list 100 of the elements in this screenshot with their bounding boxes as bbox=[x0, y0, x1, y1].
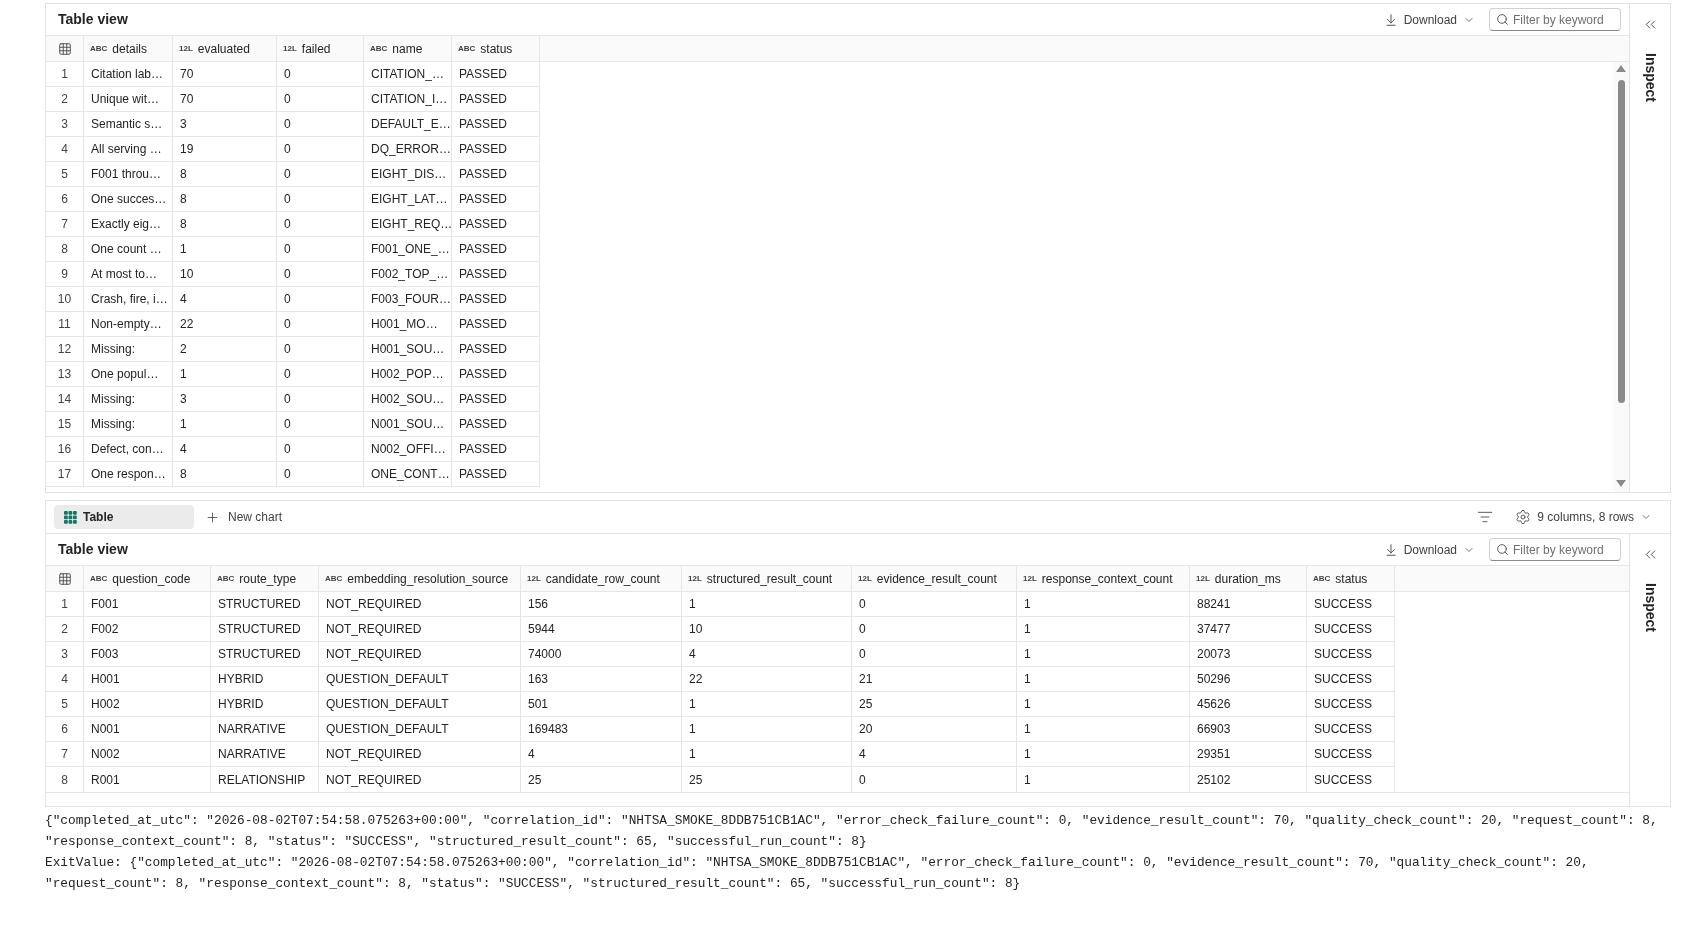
table-cell: 21 bbox=[852, 667, 1017, 692]
filter-icon[interactable] bbox=[1477, 509, 1494, 525]
table-cell: 74000 bbox=[521, 642, 682, 667]
table-cell: 25 bbox=[682, 767, 852, 792]
filter-field[interactable]: Filter by keyword bbox=[1489, 538, 1621, 561]
table-cell: 0 bbox=[277, 112, 364, 137]
table-cell: F003 bbox=[84, 642, 211, 667]
table-cell: H001_MO… bbox=[364, 312, 452, 337]
column-header[interactable]: ABC details bbox=[84, 36, 173, 61]
table-cell: 25 bbox=[521, 767, 682, 792]
table-cell: Semantic s… bbox=[84, 112, 173, 137]
data-type-label: 12L bbox=[1196, 574, 1210, 583]
table-cell: 1 bbox=[1017, 667, 1190, 692]
data-type-label: 12L bbox=[527, 574, 541, 583]
table-cell: PASSED bbox=[452, 237, 540, 262]
download-button[interactable]: Download bbox=[1381, 8, 1477, 31]
table-cell: PASSED bbox=[452, 437, 540, 462]
table-cell: QUESTION_DEFAULT bbox=[319, 667, 521, 692]
table-cell: PASSED bbox=[452, 262, 540, 287]
filter-field[interactable]: Filter by keyword bbox=[1489, 8, 1621, 31]
column-header[interactable]: ABC embedding_resolution_source bbox=[319, 566, 521, 591]
table-cell: Missing: bbox=[84, 412, 173, 437]
table-cell: Unique wit… bbox=[84, 87, 173, 112]
view-tab[interactable]: Table bbox=[54, 505, 194, 529]
table-cell: HYBRID bbox=[211, 667, 319, 692]
table-cell: 1 bbox=[682, 692, 852, 717]
table-cell: SUCCESS bbox=[1307, 617, 1395, 642]
data-type-label: 12L bbox=[1023, 574, 1037, 583]
output-line: {"completed_at_utc": "2026-08-02T07:54:58.075263+00:00", "correlation_id": "NHTSA_SMOKE_8DDB751CB1AC", "error_check_failure_count": 0, "evidence_result_count": 70, "quality_check_count": 20, "request_count": 8, bbox=[45, 812, 1658, 830]
table-cell: 8 bbox=[173, 187, 277, 212]
table-cell: Exactly eig… bbox=[84, 212, 173, 237]
scroll-up-arrow-icon[interactable] bbox=[1616, 65, 1626, 72]
column-header[interactable]: 12L structured_result_count bbox=[682, 566, 852, 591]
table-cell: STRUCTURED bbox=[211, 642, 319, 667]
table-cell: ONE_CONT… bbox=[364, 462, 452, 487]
row-number: 4 bbox=[46, 137, 84, 162]
table-cell: One count … bbox=[84, 237, 173, 262]
table-cell: 0 bbox=[277, 162, 364, 187]
table-cell: 1 bbox=[1017, 642, 1190, 667]
inspect-tab[interactable]: Inspect bbox=[1639, 583, 1661, 632]
table-cell: Missing: bbox=[84, 387, 173, 412]
table-cell: H002_SOU… bbox=[364, 387, 452, 412]
table-cell: 0 bbox=[277, 212, 364, 237]
row-number: 10 bbox=[46, 287, 84, 312]
column-header[interactable]: ABC status bbox=[452, 36, 540, 61]
table-cell: 29351 bbox=[1190, 742, 1307, 767]
column-header[interactable]: ABC question_code bbox=[84, 566, 211, 591]
column-header[interactable]: 12L response_context_count bbox=[1017, 566, 1190, 591]
column-header[interactable]: 12L duration_ms bbox=[1190, 566, 1307, 591]
scroll-thumb[interactable] bbox=[1617, 80, 1625, 403]
table-cell: F001_ONE_… bbox=[364, 237, 452, 262]
search-icon bbox=[1496, 543, 1509, 556]
table-icon[interactable] bbox=[57, 41, 72, 56]
table-cell: 3 bbox=[173, 387, 277, 412]
column-header[interactable]: ABC status bbox=[1307, 566, 1395, 591]
table-cell: 25102 bbox=[1190, 767, 1307, 792]
table-cell: PASSED bbox=[452, 212, 540, 237]
table-cell: PASSED bbox=[452, 337, 540, 362]
scroll-down-arrow-icon[interactable] bbox=[1616, 480, 1626, 487]
table-cell: 0 bbox=[277, 337, 364, 362]
download-button[interactable]: Download bbox=[1381, 538, 1477, 561]
row-number: 4 bbox=[46, 667, 84, 692]
table-cell: 1 bbox=[1017, 617, 1190, 642]
table-cell: N001 bbox=[84, 717, 211, 742]
table-cell: 1 bbox=[173, 237, 277, 262]
table-cell: F002 bbox=[84, 617, 211, 642]
column-header[interactable]: 12L evidence_result_count bbox=[852, 566, 1017, 591]
panel-title: Table view bbox=[58, 10, 128, 29]
column-settings-button[interactable]: 9 columns, 8 rows bbox=[1515, 505, 1652, 529]
table-cell: One respon… bbox=[84, 462, 173, 487]
table-cell: 156 bbox=[521, 592, 682, 617]
table-cell: H001_SOU… bbox=[364, 337, 452, 362]
new-chart-button[interactable]: New chart bbox=[203, 505, 285, 529]
table-cell: 8 bbox=[173, 462, 277, 487]
data-type-label: 12L bbox=[688, 574, 702, 583]
table-cell: 0 bbox=[852, 642, 1017, 667]
table-cell: 0 bbox=[852, 592, 1017, 617]
table-cell: 4 bbox=[173, 287, 277, 312]
vertical-scrollbar[interactable] bbox=[1613, 62, 1629, 492]
table-cell: 19 bbox=[173, 137, 277, 162]
column-header[interactable]: 12L failed bbox=[277, 36, 364, 61]
table-cell: SUCCESS bbox=[1307, 692, 1395, 717]
column-header[interactable]: 12L evaluated bbox=[173, 36, 277, 61]
data-type-label: ABC bbox=[90, 44, 108, 53]
table-cell: DQ_ERROR… bbox=[364, 137, 452, 162]
data-type-label: ABC bbox=[1313, 574, 1331, 583]
table-cell: 1 bbox=[1017, 767, 1190, 792]
table-cell: 1 bbox=[1017, 742, 1190, 767]
inspect-tab[interactable]: Inspect bbox=[1639, 53, 1661, 102]
data-type-label: ABC bbox=[370, 44, 388, 53]
row-number: 12 bbox=[46, 337, 84, 362]
table-cell: 0 bbox=[277, 412, 364, 437]
column-header[interactable]: ABC route_type bbox=[211, 566, 319, 591]
column-header[interactable]: ABC name bbox=[364, 36, 452, 61]
table-cell: HYBRID bbox=[211, 692, 319, 717]
table-cell: H002_POP… bbox=[364, 362, 452, 387]
table-icon[interactable] bbox=[57, 571, 72, 586]
table-cell: R001 bbox=[84, 767, 211, 792]
column-header[interactable]: 12L candidate_row_count bbox=[521, 566, 682, 591]
table-cell: 66903 bbox=[1190, 717, 1307, 742]
